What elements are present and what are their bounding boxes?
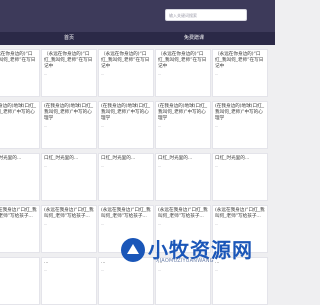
article-title[interactable]: （永远在你身边的)“口红_我叫何_老师”在写日记中 — [101, 52, 151, 70]
article-title[interactable]: （永远在你身边的)“口红_我叫何_老师”在写日记中 — [158, 52, 208, 70]
article-title[interactable]: （永远在你身边的)“口红_我叫何_老师”在写日记中 — [215, 52, 265, 70]
article-title[interactable]: (在我身边的)地球(口红_我叫何_老师)”中写的心理学 — [215, 104, 265, 122]
article-title[interactable]: ... — [44, 260, 94, 266]
article-card[interactable]: (在我身边的)地球(口红_我叫何_老师)”中写的心理学... — [212, 101, 268, 149]
article-excerpt: ... — [158, 222, 162, 226]
article-excerpt: ... — [215, 222, 219, 226]
article-title[interactable]: (永远在我身边)“口红_我叫何_老师”写给孩子... — [0, 208, 37, 220]
article-card[interactable]: （永远在你身边的)“口红_我叫何_老师”在写日记中... — [212, 49, 268, 97]
nav-item-home[interactable]: 首页 — [64, 32, 74, 45]
article-excerpt: ... — [44, 222, 48, 226]
top-bar: 输入关键词搜索 — [0, 0, 275, 32]
article-card[interactable]: (在我身边的)地球(口红_我叫何_老师)”中写的心理学... — [41, 101, 97, 149]
article-excerpt: ... — [44, 72, 48, 76]
main-nav: 首页 免费蹭课 — [0, 32, 275, 45]
article-excerpt: ... — [44, 124, 48, 128]
article-card[interactable]: ...... — [0, 257, 40, 305]
watermark-subtext: XIAOMUZIYUANWANG — [156, 258, 214, 264]
article-card[interactable]: 口红_时光里的...... — [41, 153, 97, 201]
article-excerpt: ... — [101, 72, 105, 76]
article-title[interactable]: (在我身边的)地球(口红_我叫何_老师)”中写的心理学 — [101, 104, 151, 122]
article-title[interactable]: (永远在我身边)“口红_我叫何_老师”写给孩子... — [101, 208, 151, 220]
site-watermark: 小牧资源网 XIAOMUZIYUANWANG — [120, 234, 275, 270]
article-title[interactable]: 口红_时光里的... — [0, 156, 37, 162]
article-card[interactable]: （永远在你身边的)“口红_我叫何_老师”在写日记中... — [98, 49, 154, 97]
article-excerpt: ... — [158, 164, 162, 168]
article-title[interactable]: (永远在我身边)“口红_我叫何_老师”写给孩子... — [215, 208, 265, 220]
article-card[interactable]: 口红_时光里的...... — [155, 153, 211, 201]
article-excerpt: ... — [44, 268, 48, 272]
article-card[interactable]: (永远在我身边)“口红_我叫何_老师”写给孩子...... — [0, 205, 40, 253]
article-excerpt: ... — [0, 222, 37, 227]
nav-item-free-courses[interactable]: 免费蹭课 — [184, 32, 204, 45]
article-excerpt: ... — [215, 124, 219, 128]
article-card[interactable]: 口红_时光里的...... — [98, 153, 154, 201]
article-excerpt: ... — [0, 124, 37, 129]
article-card[interactable]: (在我身边的)地球(口红_我叫何_老师)”中写的心理学... — [155, 101, 211, 149]
article-title[interactable]: (永远在我身边)“口红_我叫何_老师”写给孩子... — [158, 208, 208, 220]
article-excerpt: ... — [158, 72, 162, 76]
article-excerpt: ... — [101, 124, 105, 128]
article-title[interactable]: (在我身边的)地球(口红_我叫何_老师)”中写的心理学 — [0, 104, 37, 122]
article-title[interactable]: (在我身边的)地球(口红_我叫何_老师)”中写的心理学 — [158, 104, 208, 122]
article-excerpt: ... — [0, 164, 37, 169]
article-card[interactable]: (永远在我身边)“口红_我叫何_老师”写给孩子...... — [41, 205, 97, 253]
article-title[interactable]: 口红_时光里的... — [158, 156, 208, 162]
article-card[interactable]: （永远在你身边的)“口红_我叫何_老师”在写日记中... — [41, 49, 97, 97]
article-title[interactable]: 口红_时光里的... — [44, 156, 94, 162]
article-card[interactable]: （永远在你身边的)“口红_我叫何_老师”在写日记中... — [0, 49, 40, 97]
article-title[interactable]: (在我身边的)地球(口红_我叫何_老师)”中写的心理学 — [44, 104, 94, 122]
article-title[interactable]: 口红_时光里的... — [215, 156, 265, 162]
article-excerpt: ... — [0, 72, 37, 77]
article-excerpt: ... — [101, 164, 105, 168]
article-excerpt: ... — [101, 222, 105, 226]
article-excerpt: ... — [215, 164, 219, 168]
article-excerpt: ... — [44, 164, 48, 168]
watermark-logo-icon — [121, 238, 145, 262]
article-excerpt: ... — [215, 72, 219, 76]
article-excerpt: ... — [0, 268, 37, 273]
article-card[interactable]: (在我身边的)地球(口红_我叫何_老师)”中写的心理学... — [0, 101, 40, 149]
article-card[interactable]: （永远在你身边的)“口红_我叫何_老师”在写日记中... — [155, 49, 211, 97]
article-title[interactable]: 口红_时光里的... — [101, 156, 151, 162]
article-title[interactable]: ... — [0, 260, 37, 266]
article-card[interactable]: ...... — [41, 257, 97, 305]
article-card[interactable]: 口红_时光里的...... — [212, 153, 268, 201]
article-excerpt: ... — [158, 124, 162, 128]
article-card[interactable]: 口红_时光里的...... — [0, 153, 40, 201]
search-input[interactable]: 输入关键词搜索 — [165, 9, 247, 21]
article-card[interactable]: (在我身边的)地球(口红_我叫何_老师)”中写的心理学... — [98, 101, 154, 149]
article-title[interactable]: （永远在你身边的)“口红_我叫何_老师”在写日记中 — [0, 52, 37, 70]
article-title[interactable]: （永远在你身边的)“口红_我叫何_老师”在写日记中 — [44, 52, 94, 70]
article-title[interactable]: (永远在我身边)“口红_我叫何_老师”写给孩子... — [44, 208, 94, 220]
